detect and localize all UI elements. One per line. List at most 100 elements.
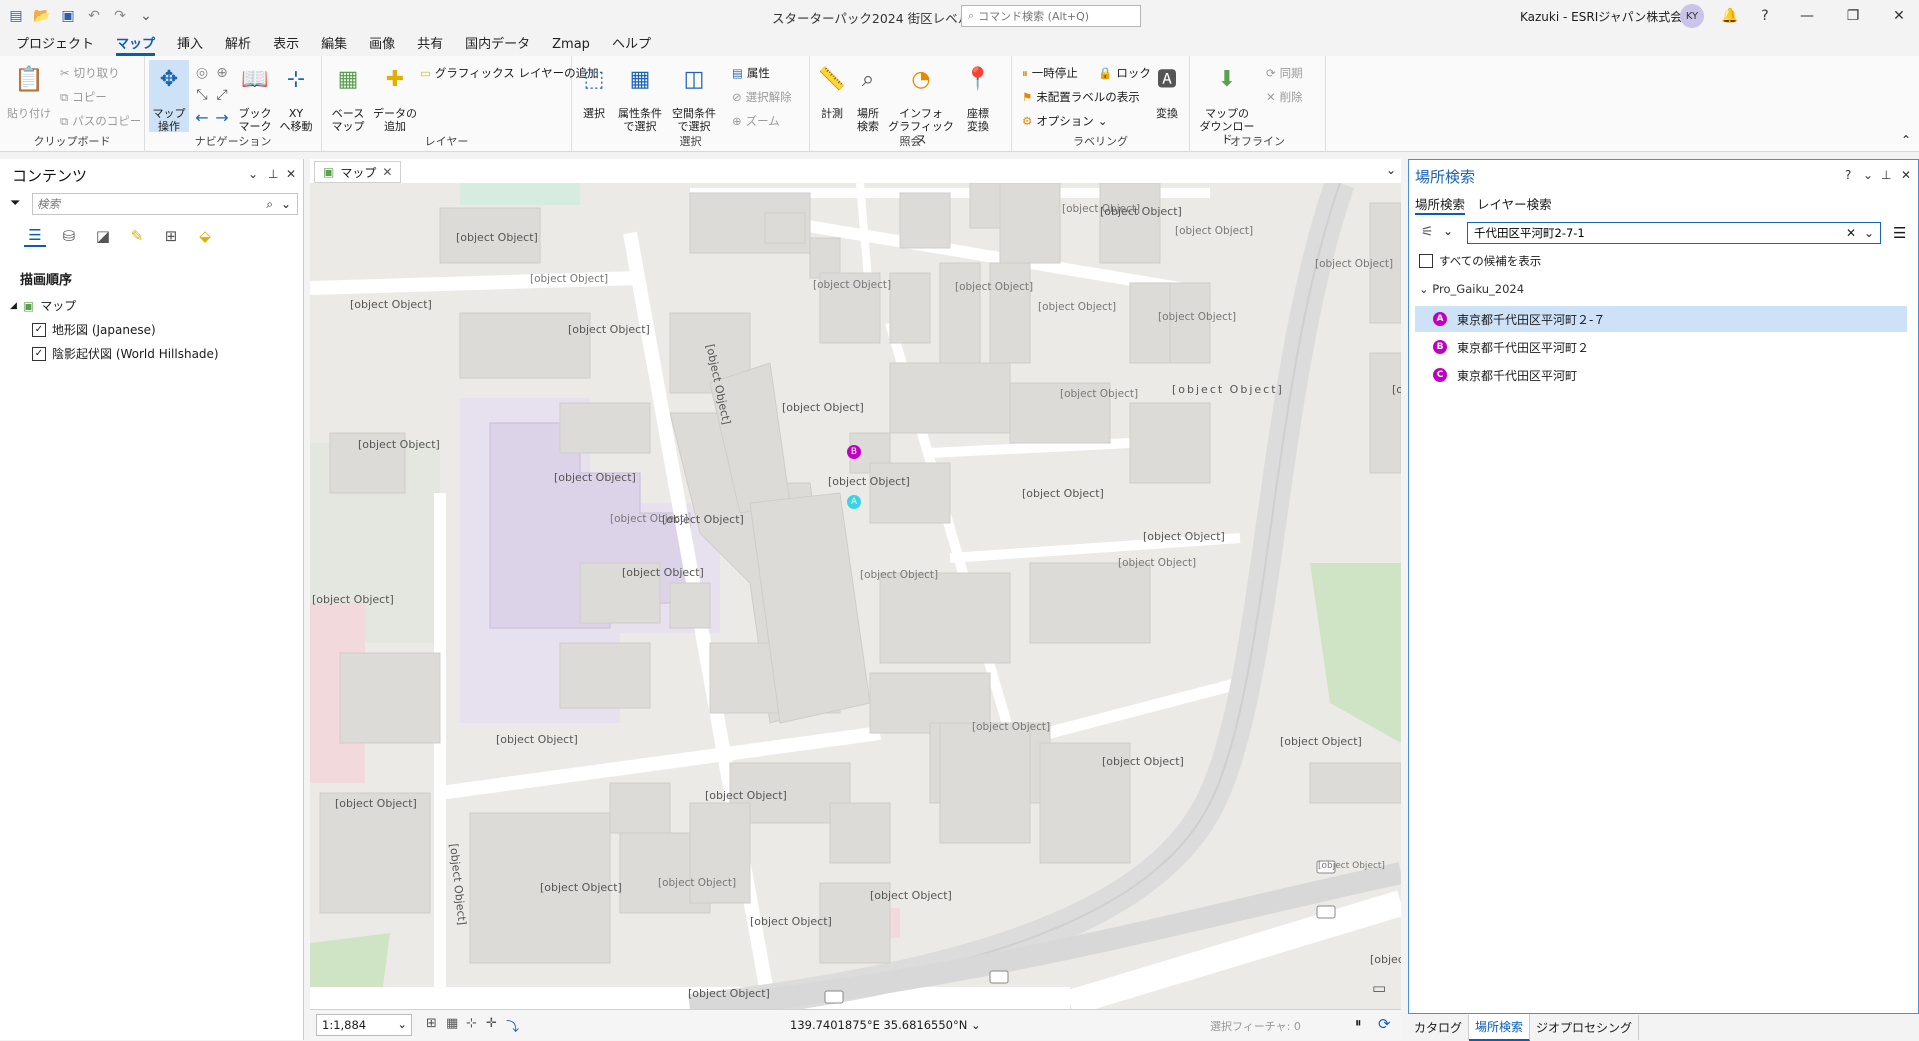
- undo-icon[interactable]: ↶: [84, 6, 104, 26]
- attributes-button[interactable]: ▤ 属性: [732, 64, 770, 82]
- rotate-icon[interactable]: ⤵: [506, 1016, 519, 1035]
- pin-pane-icon[interactable]: ⊥: [268, 167, 278, 181]
- locator-settings-icon[interactable]: ⚟: [1421, 224, 1434, 240]
- help-icon[interactable]: ?: [1845, 168, 1851, 182]
- customize-toolbar-icon[interactable]: ⌄: [136, 6, 156, 26]
- chevron-down-icon[interactable]: ⌄: [1386, 163, 1396, 177]
- measure-button[interactable]: 📏 計測: [814, 60, 850, 121]
- selection-list-icon[interactable]: ◪: [92, 225, 114, 247]
- locate-search-input[interactable]: [1474, 226, 1834, 240]
- chevron-down-icon[interactable]: ⌄: [1443, 224, 1453, 238]
- chevron-down-icon[interactable]: ⌄: [281, 197, 291, 211]
- expand-icon[interactable]: ◢: [10, 301, 17, 311]
- tab-geoprocessing[interactable]: ジオプロセシング: [1530, 1014, 1640, 1040]
- notification-icon[interactable]: 🔔: [1715, 4, 1745, 28]
- location-marker-a[interactable]: A: [847, 495, 861, 509]
- select-by-attributes-button[interactable]: ▦ 属性条件 で選択: [614, 60, 666, 134]
- zoom-to-selection-button[interactable]: ⊕ ズーム: [732, 112, 780, 130]
- tab-share[interactable]: 共有: [409, 29, 457, 56]
- restore-icon[interactable]: ❐: [1838, 4, 1868, 28]
- cut-button[interactable]: ✂ 切り取り: [60, 64, 120, 82]
- result-item[interactable]: A 東京都千代田区平河町２-７: [1415, 306, 1907, 332]
- grid-icon[interactable]: ▦: [446, 1016, 458, 1031]
- pause-labeling-button[interactable]: ⏸ 一時停止: [1022, 64, 1078, 82]
- tab-locate[interactable]: 場所検索: [1415, 194, 1466, 215]
- view-unplaced-button[interactable]: ⚑ 未配置ラベルの表示: [1022, 88, 1140, 106]
- chevron-down-icon[interactable]: ⌄: [1864, 226, 1874, 240]
- network-icon[interactable]: ⊹: [466, 1016, 477, 1031]
- show-all-candidates[interactable]: すべての候補を表示: [1419, 253, 1541, 269]
- crosshair-icon[interactable]: ✛: [486, 1016, 497, 1031]
- copy-path-button[interactable]: ⧉ パスのコピー: [60, 112, 141, 130]
- pane-options-icon[interactable]: ⌄: [1863, 168, 1873, 182]
- collapse-ribbon-icon[interactable]: ⌃: [1901, 133, 1911, 147]
- clear-selection-button[interactable]: ⊘ 選択解除: [732, 88, 792, 106]
- locate-button[interactable]: ⌕ 場所 検索: [850, 60, 886, 134]
- minimize-icon[interactable]: —: [1792, 4, 1822, 28]
- coordinate-readout[interactable]: 139.7401875°E 35.6816550°N ⌄: [790, 1018, 981, 1032]
- previous-extent-icon[interactable]: ←: [193, 108, 211, 127]
- locator-group[interactable]: ⌄ Pro_Gaiku_2024: [1419, 282, 1524, 296]
- contents-search-input[interactable]: [37, 197, 257, 211]
- paste-button[interactable]: 📋 貼り付け: [4, 60, 54, 120]
- copy-button[interactable]: ⧉ コピー: [60, 88, 107, 106]
- tab-project[interactable]: プロジェクト: [8, 29, 108, 56]
- layer-item[interactable]: ✓ 陰影起伏図 (World Hillshade): [32, 345, 219, 362]
- tab-zmap[interactable]: Zmap: [544, 33, 604, 56]
- close-tab-icon[interactable]: ✕: [382, 165, 392, 179]
- location-marker-b[interactable]: B: [847, 445, 861, 459]
- open-project-icon[interactable]: 📂: [32, 6, 52, 26]
- select-button[interactable]: ⬚ 選択: [576, 60, 612, 121]
- contents-search[interactable]: ⌕ ⌄: [32, 193, 298, 215]
- redo-icon[interactable]: ↷: [110, 6, 130, 26]
- avatar[interactable]: KY: [1680, 4, 1704, 28]
- close-pane-icon[interactable]: ✕: [1901, 168, 1911, 182]
- tab-catalog[interactable]: カタログ: [1408, 1014, 1470, 1040]
- sync-button[interactable]: ⟳ 同期: [1266, 64, 1303, 82]
- full-extent-icon[interactable]: ◎: [193, 64, 211, 82]
- labeling-icon[interactable]: ⬙: [194, 225, 216, 247]
- goto-xy-button[interactable]: ⊹ XY へ移動: [275, 60, 317, 134]
- remove-button[interactable]: ✕ 削除: [1266, 88, 1303, 106]
- draw-order-icon[interactable]: ☰: [24, 225, 46, 247]
- zoom-out-icon[interactable]: ⤢: [213, 86, 231, 104]
- explore-button[interactable]: ✥ マップ 操作: [149, 60, 189, 133]
- menu-icon[interactable]: ☰: [1893, 224, 1906, 242]
- tab-imagery[interactable]: 画像: [361, 29, 409, 56]
- locate-search-box[interactable]: ✕ ⌄: [1467, 222, 1881, 244]
- tab-locate-bottom[interactable]: 場所検索: [1469, 1013, 1531, 1041]
- tab-analysis[interactable]: 解析: [217, 29, 265, 56]
- map-canvas[interactable]: [object Object] [object Object] [object …: [310, 183, 1401, 1009]
- command-search[interactable]: ⌕: [961, 5, 1141, 27]
- map-book-icon[interactable]: ▭: [1372, 979, 1386, 997]
- tab-view[interactable]: 表示: [265, 29, 313, 56]
- convert-coordinates-button[interactable]: 📍 座標 変換: [956, 60, 1000, 134]
- command-search-input[interactable]: [978, 9, 1129, 23]
- pin-pane-icon[interactable]: ⊥: [1881, 168, 1891, 182]
- editing-icon[interactable]: ✎: [126, 225, 148, 247]
- extent-icon[interactable]: ⊞: [426, 1016, 437, 1031]
- close-icon[interactable]: ✕: [1884, 4, 1914, 28]
- next-extent-icon[interactable]: →: [213, 108, 231, 127]
- result-item[interactable]: C 東京都千代田区平河町: [1415, 362, 1907, 388]
- help-icon[interactable]: ?: [1750, 4, 1780, 28]
- user-name[interactable]: Kazuki - ESRIジャパン株式会社: [1520, 8, 1694, 25]
- scale-selector[interactable]: 1:1,884 ⌄: [316, 1014, 412, 1036]
- clear-icon[interactable]: ✕: [1846, 226, 1856, 240]
- filter-icon[interactable]: ⏷: [10, 196, 20, 211]
- layer-item[interactable]: ✓ 地形図 (Japanese): [32, 321, 156, 338]
- select-by-location-button[interactable]: ◫ 空間条件 で選択: [668, 60, 720, 134]
- labeling-options-button[interactable]: ⚙ オプション ⌄: [1022, 112, 1107, 130]
- tab-layer-search[interactable]: レイヤー検索: [1477, 194, 1552, 213]
- tab-insert[interactable]: 挿入: [169, 29, 217, 56]
- tab-help[interactable]: ヘルプ: [604, 29, 665, 56]
- pause-drawing-icon[interactable]: ⏸: [1355, 1016, 1362, 1031]
- tab-japan-data[interactable]: 国内データ: [457, 29, 544, 56]
- tab-map[interactable]: マップ: [108, 29, 169, 56]
- result-item[interactable]: B 東京都千代田区平河町２: [1415, 334, 1907, 360]
- bookmarks-button[interactable]: 📖 ブック マーク: [235, 60, 275, 134]
- lock-labels-button[interactable]: 🔒 ロック: [1098, 64, 1151, 82]
- show-all-checkbox[interactable]: [1419, 254, 1433, 268]
- add-data-button[interactable]: ✚ データの 追加: [372, 60, 418, 134]
- close-pane-icon[interactable]: ✕: [286, 167, 296, 181]
